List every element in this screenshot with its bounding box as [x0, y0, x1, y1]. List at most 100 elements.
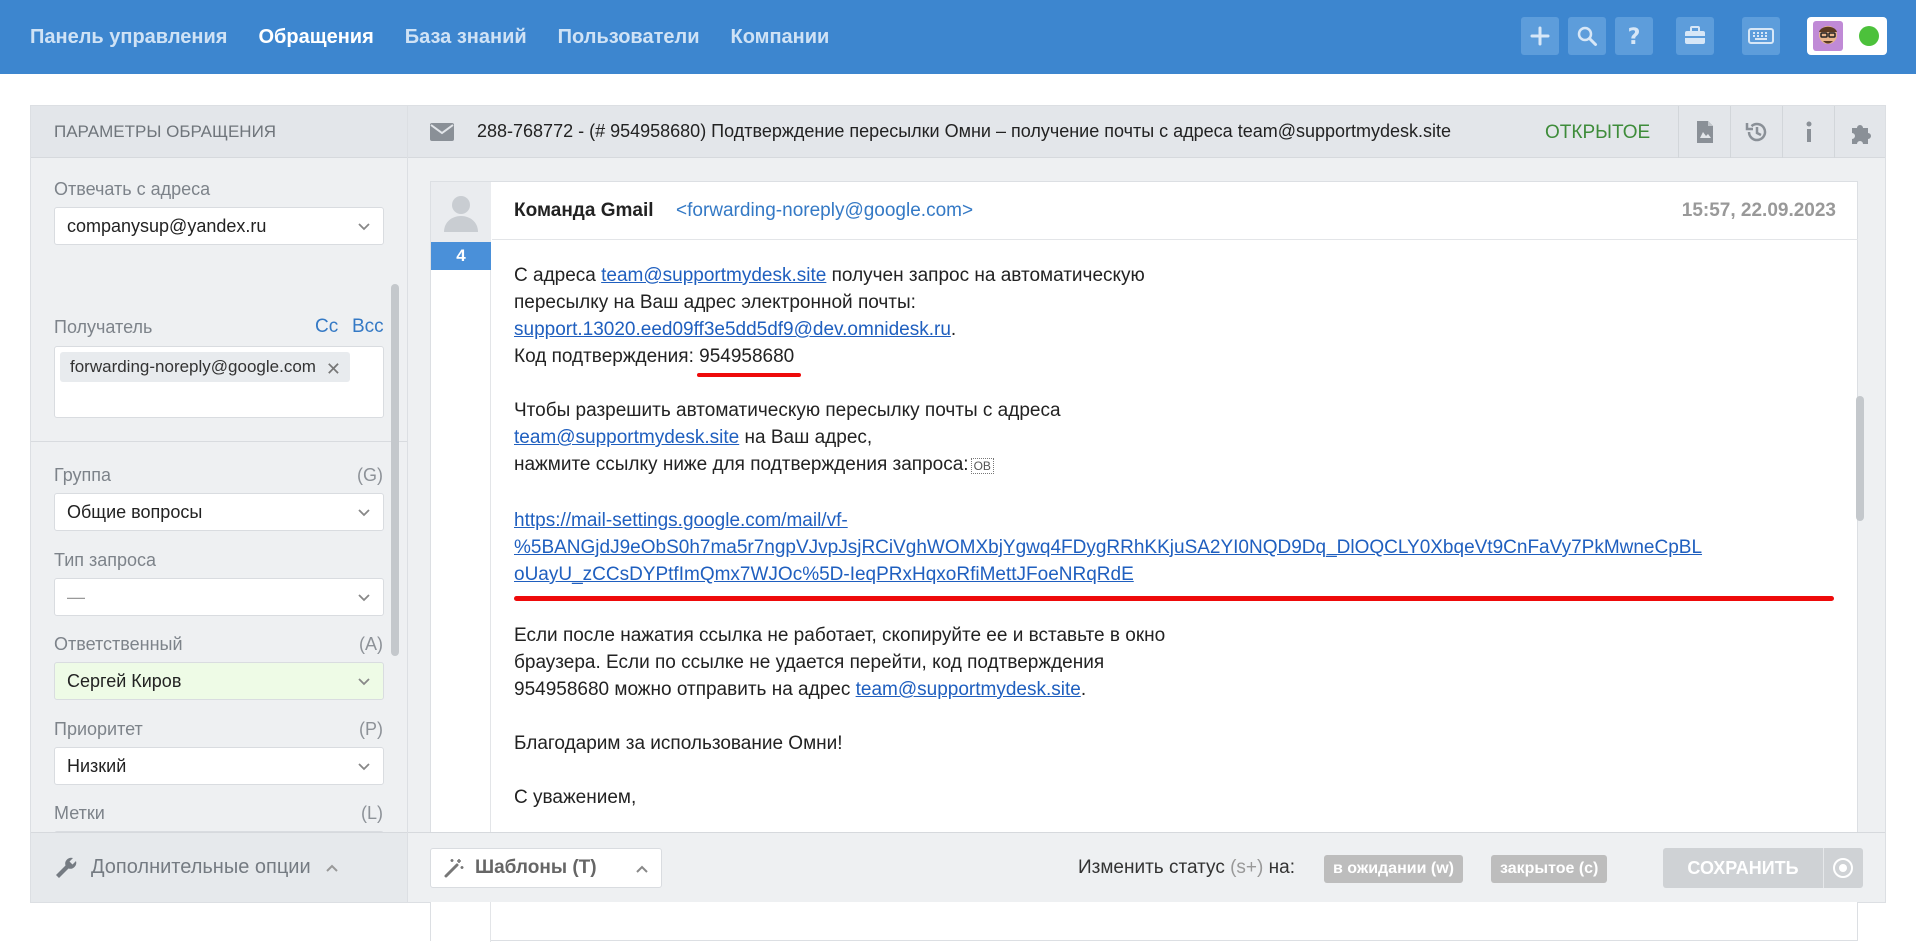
parameters-form: Отвечать с адреса companysup@yandex.ru П…: [31, 159, 407, 832]
hidden-char-glyph: OB: [970, 458, 994, 474]
export-pdf-button[interactable]: [1678, 106, 1730, 158]
magic-wand-icon: [444, 859, 464, 878]
save-label: СОХРАНИТЬ: [1687, 857, 1799, 878]
message-avatar-column: 4: [431, 182, 491, 942]
bcc-link[interactable]: Bcc: [352, 316, 384, 338]
sender-address-link[interactable]: team@supportmydesk.site: [856, 679, 1081, 700]
sender-avatar: [431, 182, 491, 242]
link-line: oUayU_zCCsDYPtfImQmx7WJOc%5D-IeqPRxHqxoR…: [514, 564, 1134, 585]
save-button[interactable]: СОХРАНИТЬ: [1663, 848, 1863, 888]
question-icon: ?: [1628, 25, 1641, 48]
shortcut-hint: (s+): [1230, 857, 1264, 878]
body-text: Чтобы разрешить автоматическую пересылку…: [514, 400, 1061, 421]
nav-users[interactable]: Пользователи: [558, 26, 700, 49]
forwarding-address-link[interactable]: support.13020.eed09ff3e5dd5df9@dev.omnid…: [514, 319, 951, 340]
red-underline-annotation: [514, 596, 1834, 601]
request-type-select[interactable]: —: [54, 578, 384, 616]
sender-address-link[interactable]: team@supportmydesk.site: [601, 265, 826, 286]
request-type-value: —: [67, 586, 85, 607]
group-shortcut-hint: (G): [357, 465, 383, 485]
body-text: на Ваш адрес,: [739, 427, 873, 448]
integrations-button[interactable]: [1834, 106, 1886, 158]
help-button[interactable]: ?: [1615, 17, 1653, 55]
additional-options-toggle[interactable]: Дополнительные опции: [31, 832, 407, 902]
scrollbar[interactable]: [1856, 396, 1864, 521]
templates-label: Шаблоны (T): [475, 857, 597, 878]
user-silhouette-icon: [444, 196, 478, 232]
body-text: нажмите ссылку ниже для подтверждения за…: [514, 454, 969, 475]
info-button[interactable]: [1782, 106, 1834, 158]
request-type-label: Тип запроса: [54, 550, 157, 570]
search-button[interactable]: [1568, 17, 1606, 55]
scrollbar[interactable]: [391, 284, 399, 656]
panel-title: ПАРАМЕТРЫ ОБРАЩЕНИЯ: [31, 106, 407, 158]
body-text: Если после нажатия ссылка не работает, с…: [514, 625, 1166, 646]
label-text: на:: [1263, 857, 1295, 878]
chevron-down-icon: [358, 223, 370, 231]
ticket-status-badge[interactable]: ОТКРЫТОЕ: [1545, 122, 1650, 144]
body-text: браузера. Если по ссылке не удается пере…: [514, 652, 1105, 673]
puzzle-icon: [1851, 125, 1871, 144]
chevron-down-icon: [358, 509, 370, 517]
chevron-up-icon: [325, 864, 338, 872]
chevron-down-icon: [358, 594, 370, 602]
body-text: получен запрос на автоматическую: [826, 265, 1145, 286]
avatar: [1813, 21, 1843, 51]
chevron-down-icon: [358, 763, 370, 771]
templates-button[interactable]: Шаблоны (T): [430, 848, 662, 888]
user-menu[interactable]: [1807, 17, 1887, 55]
recipient-label: Получатель: [54, 317, 153, 337]
confirmation-code: 954958680: [697, 343, 802, 377]
remove-recipient-icon[interactable]: ✕: [326, 359, 341, 380]
message-header: Команда Gmail <forwarding-noreply@google…: [492, 182, 1858, 240]
assignee-shortcut-hint: (A): [359, 634, 383, 654]
sender-address-link[interactable]: team@supportmydesk.site: [514, 427, 739, 448]
reply-from-select[interactable]: companysup@yandex.ru: [54, 207, 384, 245]
additional-options-label: Дополнительные опции: [91, 856, 311, 878]
keyboard-icon: [1748, 28, 1774, 44]
change-status-label: Изменить статус (s+) на:: [1078, 857, 1295, 879]
body-text: Благодарим за использование Омни!: [514, 733, 843, 754]
chevron-up-icon: [636, 865, 648, 873]
divider: [31, 441, 407, 442]
priority-value: Низкий: [67, 755, 127, 776]
recipient-input[interactable]: forwarding-noreply@google.com ✕: [54, 346, 384, 418]
online-status-indicator: [1859, 26, 1879, 46]
confirmation-link[interactable]: https://mail-settings.google.com/mail/vf…: [514, 510, 1702, 585]
top-navigation-bar: Панель управления Обращения База знаний …: [0, 0, 1916, 74]
nav-knowledge-base[interactable]: База знаний: [405, 26, 527, 49]
body-text: пересылку на Ваш адрес электронной почты…: [514, 292, 916, 313]
nav-dashboard[interactable]: Панель управления: [30, 26, 227, 49]
message-body: С адреса team@supportmydesk.site получен…: [514, 262, 1854, 838]
priority-select[interactable]: Низкий: [54, 747, 384, 785]
svg-text:?: ?: [1628, 25, 1641, 48]
message-number-badge: 4: [431, 242, 491, 270]
red-underline-annotation: [697, 373, 802, 377]
ticket-header: 288-768772 - (# 954958680) Подтверждение…: [408, 106, 1885, 158]
send-options-icon[interactable]: [1832, 857, 1854, 879]
briefcase-button[interactable]: [1676, 17, 1714, 55]
assignee-select[interactable]: Сергей Киров: [54, 662, 384, 700]
message-card: 4 Команда Gmail <forwarding-noreply@goog…: [430, 181, 1858, 942]
body-text: С уважением,: [514, 787, 637, 808]
set-closed-button[interactable]: закрытое (c): [1491, 855, 1608, 883]
ticket-parameters-panel: ПАРАМЕТРЫ ОБРАЩЕНИЯ Отвечать с адреса co…: [30, 105, 408, 903]
label-text: Изменить статус: [1078, 857, 1231, 878]
sender-email[interactable]: <forwarding-noreply@google.com>: [676, 200, 973, 222]
group-label: Группа: [54, 465, 112, 485]
group-select[interactable]: Общие вопросы: [54, 493, 384, 531]
nav-companies[interactable]: Компании: [731, 26, 830, 49]
reply-from-label: Отвечать с адреса: [54, 179, 211, 199]
keyboard-button[interactable]: [1742, 17, 1780, 55]
add-button[interactable]: [1521, 17, 1559, 55]
history-button[interactable]: [1730, 106, 1782, 158]
cc-link[interactable]: Cc: [315, 316, 338, 338]
briefcase-icon: [1685, 26, 1705, 44]
main-nav: Панель управления Обращения База знаний …: [30, 0, 860, 74]
set-pending-button[interactable]: в ожидании (w): [1324, 855, 1463, 883]
envelope-icon: [430, 123, 454, 141]
tags-shortcut-hint: (L): [361, 803, 383, 823]
nav-tickets[interactable]: Обращения: [258, 26, 373, 49]
wrench-icon: [56, 857, 77, 878]
priority-shortcut-hint: (P): [359, 719, 383, 739]
